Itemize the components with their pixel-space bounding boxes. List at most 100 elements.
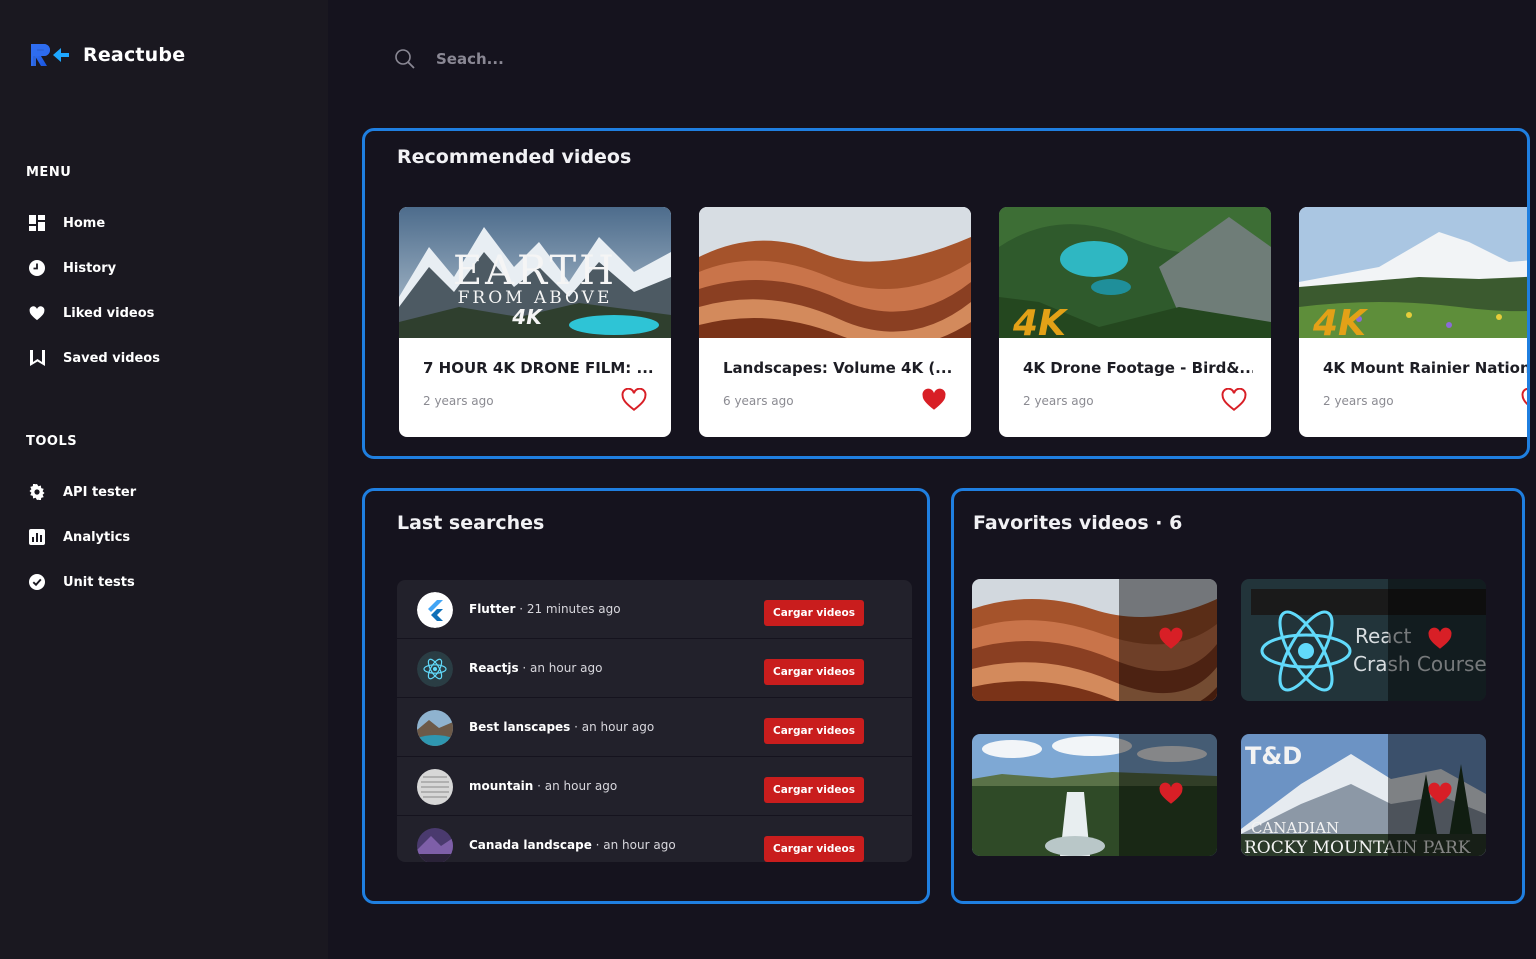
recommended-title: Recommended videos <box>397 146 632 168</box>
search-term: Reactjs <box>469 661 519 675</box>
favorite-video-card[interactable] <box>972 734 1217 856</box>
heart-outline-icon[interactable] <box>1221 387 1247 412</box>
load-videos-button[interactable]: Cargar videos <box>764 600 864 626</box>
favorite-video-card[interactable]: T&D CANADIAN ROCKY MOUNTAIN PARK <box>1241 734 1486 856</box>
sidebar-item-liked-videos[interactable]: Liked videos <box>28 304 154 322</box>
bookmark-icon <box>28 349 46 367</box>
search-term: Flutter <box>469 602 516 616</box>
heart-filled-icon[interactable] <box>1158 782 1184 806</box>
heart-filled-icon[interactable] <box>1427 782 1453 806</box>
menu-section-title: MENU <box>26 165 72 180</box>
sidebar-item-analytics[interactable]: Analytics <box>28 528 130 546</box>
video-card[interactable]: EARTH FROM ABOVE 4K 7 HOUR 4K DRONE FILM… <box>399 207 671 437</box>
search-time: · an hour ago <box>591 838 676 852</box>
video-thumbnail: EARTH FROM ABOVE 4K <box>399 207 671 338</box>
video-title: 7 HOUR 4K DRONE FILM: ... <box>423 359 653 377</box>
list-item: Flutter · 21 minutes ago Cargar videos <box>397 580 912 639</box>
list-item: mountain · an hour ago Cargar videos <box>397 757 912 816</box>
react-logo-icon <box>417 651 453 687</box>
search-term: mountain <box>469 779 534 793</box>
favorites-title: Favorites videos · 6 <box>973 512 1183 534</box>
search-time: · 21 minutes ago <box>515 602 621 616</box>
thumb-text: 4K <box>511 305 543 329</box>
sidebar: Reactube MENU Home History Liked videos … <box>0 0 328 959</box>
heart-icon <box>28 304 46 322</box>
mountain-avatar-icon <box>417 769 453 805</box>
favorite-video-card[interactable] <box>972 579 1217 701</box>
video-thumbnail <box>699 207 971 338</box>
video-date: 6 years ago <box>723 394 794 408</box>
sidebar-item-home[interactable]: Home <box>28 214 105 232</box>
load-videos-button[interactable]: Cargar videos <box>764 836 864 862</box>
search-entry: Canada landscape · an hour ago <box>469 838 676 852</box>
video-card[interactable]: 4K 4K Mount Rainier Nationa... 2 years a… <box>1299 207 1530 437</box>
landscape-avatar-icon <box>417 710 453 746</box>
heart-filled-icon[interactable] <box>1427 627 1453 651</box>
load-videos-button[interactable]: Cargar videos <box>764 777 864 803</box>
search-term: Best lanscapes <box>469 720 571 734</box>
sidebar-item-label: Saved videos <box>63 350 160 366</box>
logo[interactable]: Reactube <box>29 40 185 70</box>
list-item: Canada landscape · an hour ago Cargar vi… <box>397 816 912 862</box>
thumb-text: CANADIAN <box>1251 819 1339 837</box>
search-time: · an hour ago <box>518 661 603 675</box>
last-searches-title: Last searches <box>397 512 545 534</box>
search-entry: Best lanscapes · an hour ago <box>469 720 654 734</box>
list-item: Best lanscapes · an hour ago Cargar vide… <box>397 698 912 757</box>
video-card[interactable]: 4K 4K Drone Footage - Bird&... 2 years a… <box>999 207 1271 437</box>
heart-filled-icon[interactable] <box>921 388 947 412</box>
search-history-list: Flutter · 21 minutes ago Cargar videos R… <box>397 580 912 862</box>
search-input[interactable] <box>436 50 736 68</box>
sidebar-item-label: Analytics <box>63 529 131 545</box>
thumb-text: 4K <box>1312 303 1369 338</box>
tools-section-title: TOOLS <box>26 434 78 449</box>
search-entry: Flutter · 21 minutes ago <box>469 602 621 616</box>
search-entry: mountain · an hour ago <box>469 779 617 793</box>
search-time: · an hour ago <box>533 779 618 793</box>
list-item: Reactjs · an hour ago Cargar videos <box>397 639 912 698</box>
sidebar-item-api-tester[interactable]: API tester <box>28 483 136 501</box>
video-date: 2 years ago <box>1023 394 1094 408</box>
thumb-text: T&D <box>1245 742 1302 770</box>
heart-outline-icon[interactable] <box>1521 387 1527 412</box>
favorites-videos-panel: Favorites videos · 6 React Crash Course <box>951 488 1525 904</box>
app-name: Reactube <box>83 44 186 66</box>
sidebar-item-label: Liked videos <box>63 305 155 321</box>
search-icon[interactable] <box>394 48 416 70</box>
check-circle-icon <box>28 573 46 591</box>
search-bar <box>394 48 736 70</box>
search-time: · an hour ago <box>570 720 655 734</box>
sidebar-item-label: History <box>63 260 117 276</box>
heart-filled-icon[interactable] <box>1158 627 1184 651</box>
sidebar-item-saved-videos[interactable]: Saved videos <box>28 349 160 367</box>
favorite-video-card[interactable]: React Crash Course <box>1241 579 1486 701</box>
sidebar-item-label: Home <box>63 215 106 231</box>
sidebar-item-label: API tester <box>63 484 137 500</box>
flutter-logo-icon <box>417 592 453 628</box>
video-date: 2 years ago <box>1323 394 1394 408</box>
sidebar-item-history[interactable]: History <box>28 259 116 277</box>
video-thumbnail: 4K <box>1299 207 1527 338</box>
last-searches-panel: Last searches Flutter · 21 minutes ago C… <box>362 488 930 904</box>
video-date: 2 years ago <box>423 394 494 408</box>
load-videos-button[interactable]: Cargar videos <box>764 718 864 744</box>
canada-avatar-icon <box>417 828 453 862</box>
recommended-videos-panel: Recommended videos EARTH FROM ABOVE 4K 7… <box>362 128 1530 459</box>
chart-icon <box>28 528 46 546</box>
reactube-logo-icon <box>29 40 73 70</box>
sidebar-item-label: Unit tests <box>63 574 135 590</box>
video-title: 4K Drone Footage - Bird&... <box>1023 359 1253 377</box>
video-title: Landscapes: Volume 4K (... <box>723 359 953 377</box>
video-title: 4K Mount Rainier Nationa... <box>1323 359 1530 377</box>
gear-icon <box>28 483 46 501</box>
clock-icon <box>28 259 46 277</box>
video-card[interactable]: Landscapes: Volume 4K (... 6 years ago <box>699 207 971 437</box>
load-videos-button[interactable]: Cargar videos <box>764 659 864 685</box>
thumb-text: 4K <box>1012 303 1069 338</box>
sidebar-item-unit-tests[interactable]: Unit tests <box>28 573 135 591</box>
video-thumbnail: 4K <box>999 207 1271 338</box>
heart-outline-icon[interactable] <box>621 387 647 412</box>
search-term: Canada landscape <box>469 838 592 852</box>
search-entry: Reactjs · an hour ago <box>469 661 602 675</box>
home-grid-icon <box>28 214 46 232</box>
